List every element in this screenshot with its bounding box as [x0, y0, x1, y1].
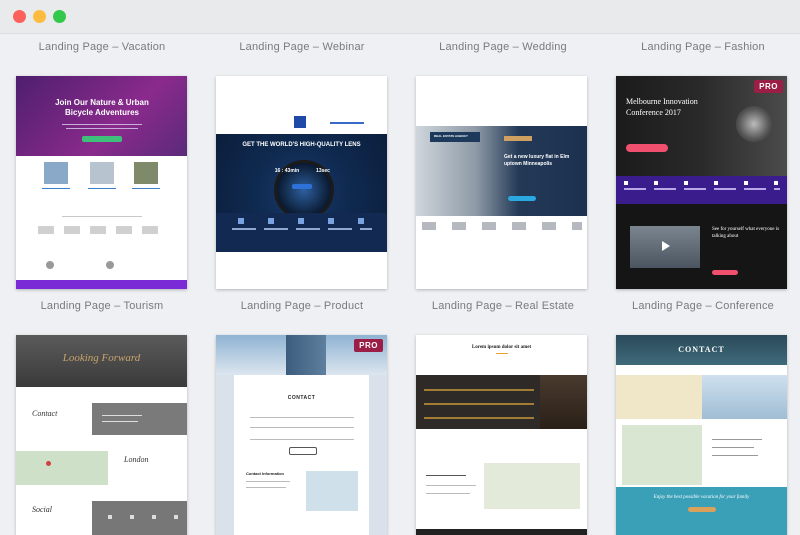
hero-heading: Get a new luxury flat in Elm uptown Minn…: [504, 154, 570, 167]
template-card-tourism[interactable]: Looking Forward Contact London Social: [16, 335, 187, 535]
contact-info-heading: Contact Information: [246, 471, 284, 476]
caption-text: [88, 188, 116, 189]
template-label: Landing Page – Tourism: [40, 300, 164, 312]
template-label: Landing Page – Vacation: [38, 41, 166, 53]
feature-labels: [624, 188, 780, 190]
template-label: Landing Page – Real Estate: [431, 300, 575, 312]
partner-logos: [38, 226, 168, 234]
zoom-window-button[interactable]: [53, 10, 66, 23]
template-card-webinar[interactable]: GET THE WORLD'S HIGH-QUALITY LENS 16 : 4…: [216, 76, 387, 289]
pro-badge: PRO: [754, 80, 783, 93]
template-card-real-estate[interactable]: Lorem ipsum dolor sit amet: [416, 335, 587, 535]
avatar: [46, 261, 54, 269]
minimize-window-button[interactable]: [33, 10, 46, 23]
hero-heading: CONTACT: [678, 345, 725, 354]
badge: [504, 136, 532, 141]
template-card-product[interactable]: PRO CONTACT Contact Information: [216, 335, 387, 535]
cta-button: [82, 136, 122, 142]
section-heading: Lorem ipsum dolor sit amet: [471, 345, 532, 350]
hero-heading: Join Our Nature & Urban Bicycle Adventur…: [55, 98, 149, 117]
info-panel: [616, 375, 702, 419]
form-field: [250, 427, 354, 428]
map-pin-icon: [46, 461, 51, 466]
cta-button: [292, 184, 312, 189]
form-field: [250, 439, 354, 440]
heading-underline: [496, 353, 508, 354]
contact-text: [102, 415, 142, 416]
template-card-conference[interactable]: CONTACT Enjoy the best possible vacation…: [616, 335, 787, 535]
map-image: [16, 451, 108, 485]
hero-heading: GET THE WORLD'S HIGH-QUALITY LENS: [242, 142, 361, 148]
countdown-seconds: 13sec: [316, 168, 330, 174]
template-label: Landing Page – Wedding: [439, 41, 567, 53]
contact-text: [246, 481, 290, 482]
contact-text: [246, 487, 286, 488]
building-image: [286, 335, 326, 375]
close-window-button[interactable]: [13, 10, 26, 23]
template-label: Landing Page – Conference: [632, 300, 774, 312]
location-list: [424, 383, 534, 423]
map-image: [622, 425, 702, 485]
map-image: [484, 463, 580, 509]
contact-heading: CONTACT: [287, 395, 316, 401]
map-image: [306, 471, 358, 511]
countdown-minutes: 16 : 43min: [274, 168, 300, 174]
template-card-vacation[interactable]: Join Our Nature & Urban Bicycle Adventur…: [16, 76, 187, 289]
microphone-image: [736, 106, 772, 142]
footer-bar: [16, 280, 187, 289]
hero-text: [62, 124, 142, 125]
window-titlebar: [0, 0, 800, 34]
partner-logos: [422, 222, 582, 230]
template-label: Landing Page – Fashion: [641, 41, 765, 53]
hero-text: [66, 128, 138, 129]
feature-icons: [238, 218, 368, 224]
template-card-fashion[interactable]: Melbourne Innovation Conference 2017 PRO…: [616, 76, 787, 289]
caption-text: [42, 188, 70, 189]
contact-info-box: [92, 403, 187, 435]
contact-text: [712, 455, 758, 456]
interior-image: [540, 375, 587, 429]
section-heading: [62, 216, 142, 217]
header-link: [330, 122, 364, 124]
template-label: Landing Page – Webinar: [239, 41, 365, 53]
contact-text: [712, 439, 762, 440]
contact-text: [102, 421, 138, 422]
feature-icons: [624, 181, 780, 185]
feature-labels: [232, 228, 372, 230]
hero-heading: Melbourne Innovation Conference 2017: [626, 97, 698, 117]
submit-button: [289, 447, 317, 455]
play-icon: [662, 241, 670, 251]
hotel-image: [702, 375, 787, 419]
hero-heading: Looking Forward: [62, 352, 141, 364]
pro-badge: PRO: [354, 339, 383, 352]
contact-heading: Contact: [32, 409, 58, 418]
contact-text: [712, 447, 754, 448]
photo-thumbnail: [44, 162, 68, 184]
info-text: [426, 485, 476, 486]
photo-thumbnail: [90, 162, 114, 184]
social-heading: Social: [32, 505, 52, 514]
secondary-button: [712, 270, 738, 275]
logo-icon: [294, 116, 306, 128]
social-icons: [108, 515, 178, 519]
caption-text: [132, 188, 160, 189]
footer-bar: [416, 529, 587, 535]
agency-name: REAL ESTATE AGENCY: [434, 134, 468, 138]
cta-button: [508, 196, 536, 201]
form-field: [250, 417, 354, 418]
cta-button: [688, 507, 716, 512]
template-label: Landing Page – Product: [240, 300, 364, 312]
info-text: [426, 493, 470, 494]
info-heading: [426, 475, 466, 476]
section-heading: See for yourself what everyone is talkin…: [712, 227, 780, 239]
template-card-wedding[interactable]: REAL ESTATE AGENCY Get a new luxury flat…: [416, 76, 587, 289]
footer-heading: Enjoy the best possible vacation for you…: [653, 495, 750, 500]
avatar: [106, 261, 114, 269]
city-heading: London: [124, 455, 149, 464]
cta-button: [626, 144, 668, 152]
photo-thumbnail: [134, 162, 158, 184]
